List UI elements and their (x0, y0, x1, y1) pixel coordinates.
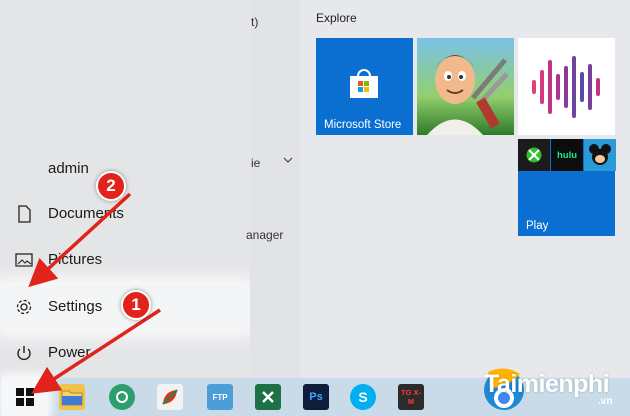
store-bag-icon (347, 68, 381, 105)
ps-label: Ps (309, 391, 323, 403)
start-button[interactable] (2, 378, 48, 416)
app-leaf-icon[interactable] (157, 384, 183, 410)
tile-groove-music[interactable] (518, 38, 615, 135)
tgxm-label: TG X-M (401, 388, 421, 406)
audio-waveform-icon (532, 56, 600, 118)
document-icon (14, 204, 34, 224)
tile-disney[interactable] (584, 139, 616, 171)
tile-gardenscapes[interactable] (417, 38, 514, 135)
watermark-suffix: .vn (598, 396, 613, 407)
photoshop-icon[interactable]: Ps (303, 384, 329, 410)
tile-group-title: Explore (316, 11, 357, 25)
app-excel-icon[interactable] (255, 384, 281, 410)
hulu-label: hulu (556, 149, 578, 161)
windows-logo-icon (16, 388, 34, 406)
gear-icon (14, 297, 34, 317)
skype-icon[interactable]: S (350, 384, 376, 410)
skype-label: S (358, 389, 368, 405)
pictures-icon (14, 250, 34, 270)
file-explorer-icon[interactable] (59, 384, 85, 410)
mickey-icon (589, 144, 611, 165)
game-character-icon (427, 55, 509, 135)
watermark-text: Taimienphi (484, 370, 610, 398)
tgxm-icon[interactable]: TG X-M (398, 384, 424, 410)
xbox-icon (526, 147, 542, 163)
app-green-icon[interactable] (109, 384, 135, 410)
rail-item-pictures[interactable]: Pictures (0, 238, 250, 282)
app-list-fragment: anager (246, 228, 284, 242)
app-list-fragment: t) (251, 15, 259, 29)
app-list (250, 0, 302, 378)
user-account-label[interactable]: admin (48, 160, 89, 177)
tile-microsoft-store[interactable]: Microsoft Store (316, 38, 413, 135)
tile-label: Microsoft Store (324, 119, 402, 131)
ftp-label: FTP (212, 392, 228, 402)
rail-item-power[interactable]: Power (0, 331, 250, 375)
tile-label: Play (526, 220, 549, 232)
rail-item-label: Documents (48, 205, 124, 222)
step-1-badge: 1 (121, 290, 151, 320)
tile-hulu[interactable]: hulu (551, 139, 583, 171)
step-2-badge: 2 (96, 171, 126, 201)
rail-item-label: Power (48, 344, 91, 361)
rail-item-label: Settings (48, 298, 103, 315)
rail-item-documents[interactable]: Documents (0, 192, 250, 236)
rail-item-label: Pictures (48, 251, 103, 268)
chevron-down-icon[interactable] (282, 152, 294, 170)
power-icon (14, 343, 34, 363)
tile-xbox[interactable] (518, 139, 550, 171)
app-ftp-icon[interactable]: FTP (207, 384, 233, 410)
app-list-fragment: ie (251, 156, 261, 170)
